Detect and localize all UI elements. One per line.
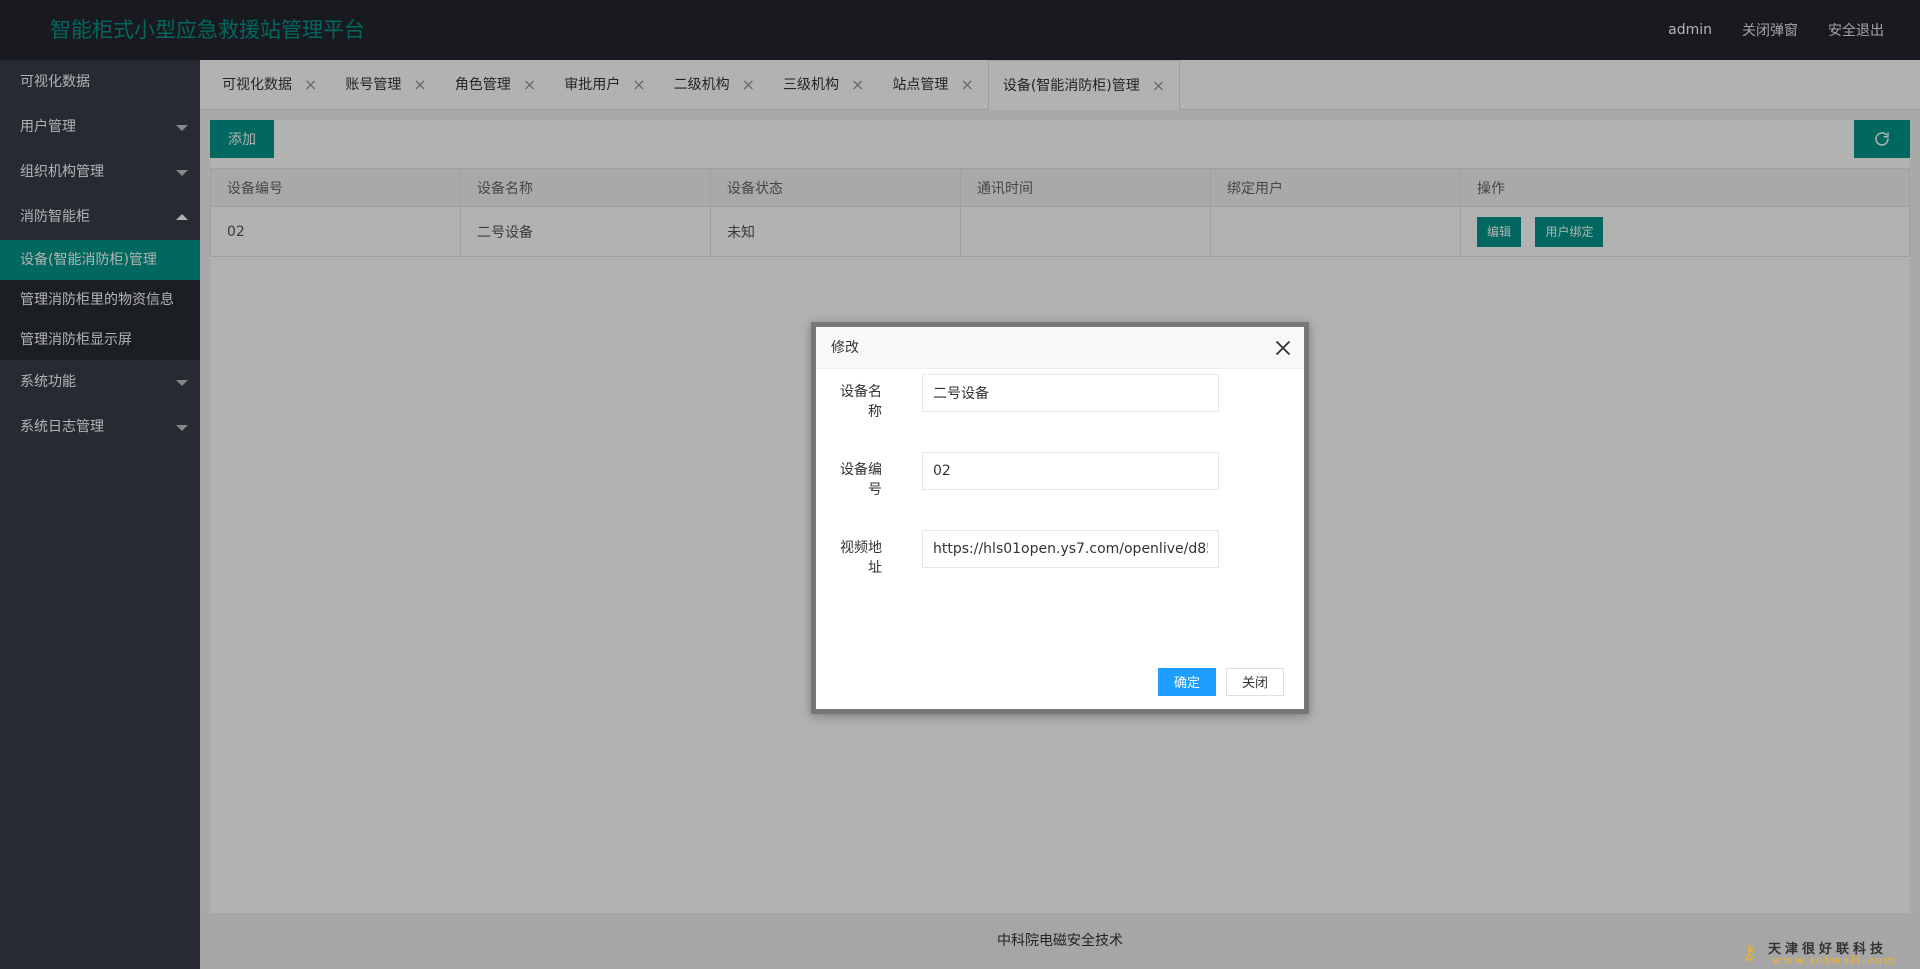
- device-id-input[interactable]: [922, 452, 1219, 490]
- field-label: 视频地址: [840, 540, 882, 576]
- brand-watermark: ⚷ 天津很好联科技 www.iotwell.com: [1742, 938, 1912, 968]
- close-icon[interactable]: [1274, 339, 1292, 357]
- video-url-input[interactable]: [922, 530, 1219, 568]
- close-button[interactable]: 关闭: [1225, 668, 1284, 696]
- modal-title: 修改: [831, 340, 859, 356]
- edit-modal: 修改 设备名称 设备编号 视频地址 确定 关闭: [811, 322, 1309, 714]
- confirm-button[interactable]: 确定: [1157, 668, 1216, 696]
- form-row-device-id: 设备编号: [816, 452, 1304, 512]
- modal-actions: 确定 关闭: [1157, 668, 1284, 696]
- form-row-device-name: 设备名称: [816, 374, 1304, 434]
- field-label: 设备编号: [840, 462, 882, 498]
- watermark-en: www.iotwell.com: [1772, 954, 1897, 967]
- modal-header: 修改: [816, 327, 1304, 369]
- field-label: 设备名称: [840, 384, 882, 420]
- device-name-input[interactable]: [922, 374, 1219, 412]
- form-row-video-url: 视频地址: [816, 530, 1304, 590]
- key-icon: ⚷: [1742, 940, 1757, 964]
